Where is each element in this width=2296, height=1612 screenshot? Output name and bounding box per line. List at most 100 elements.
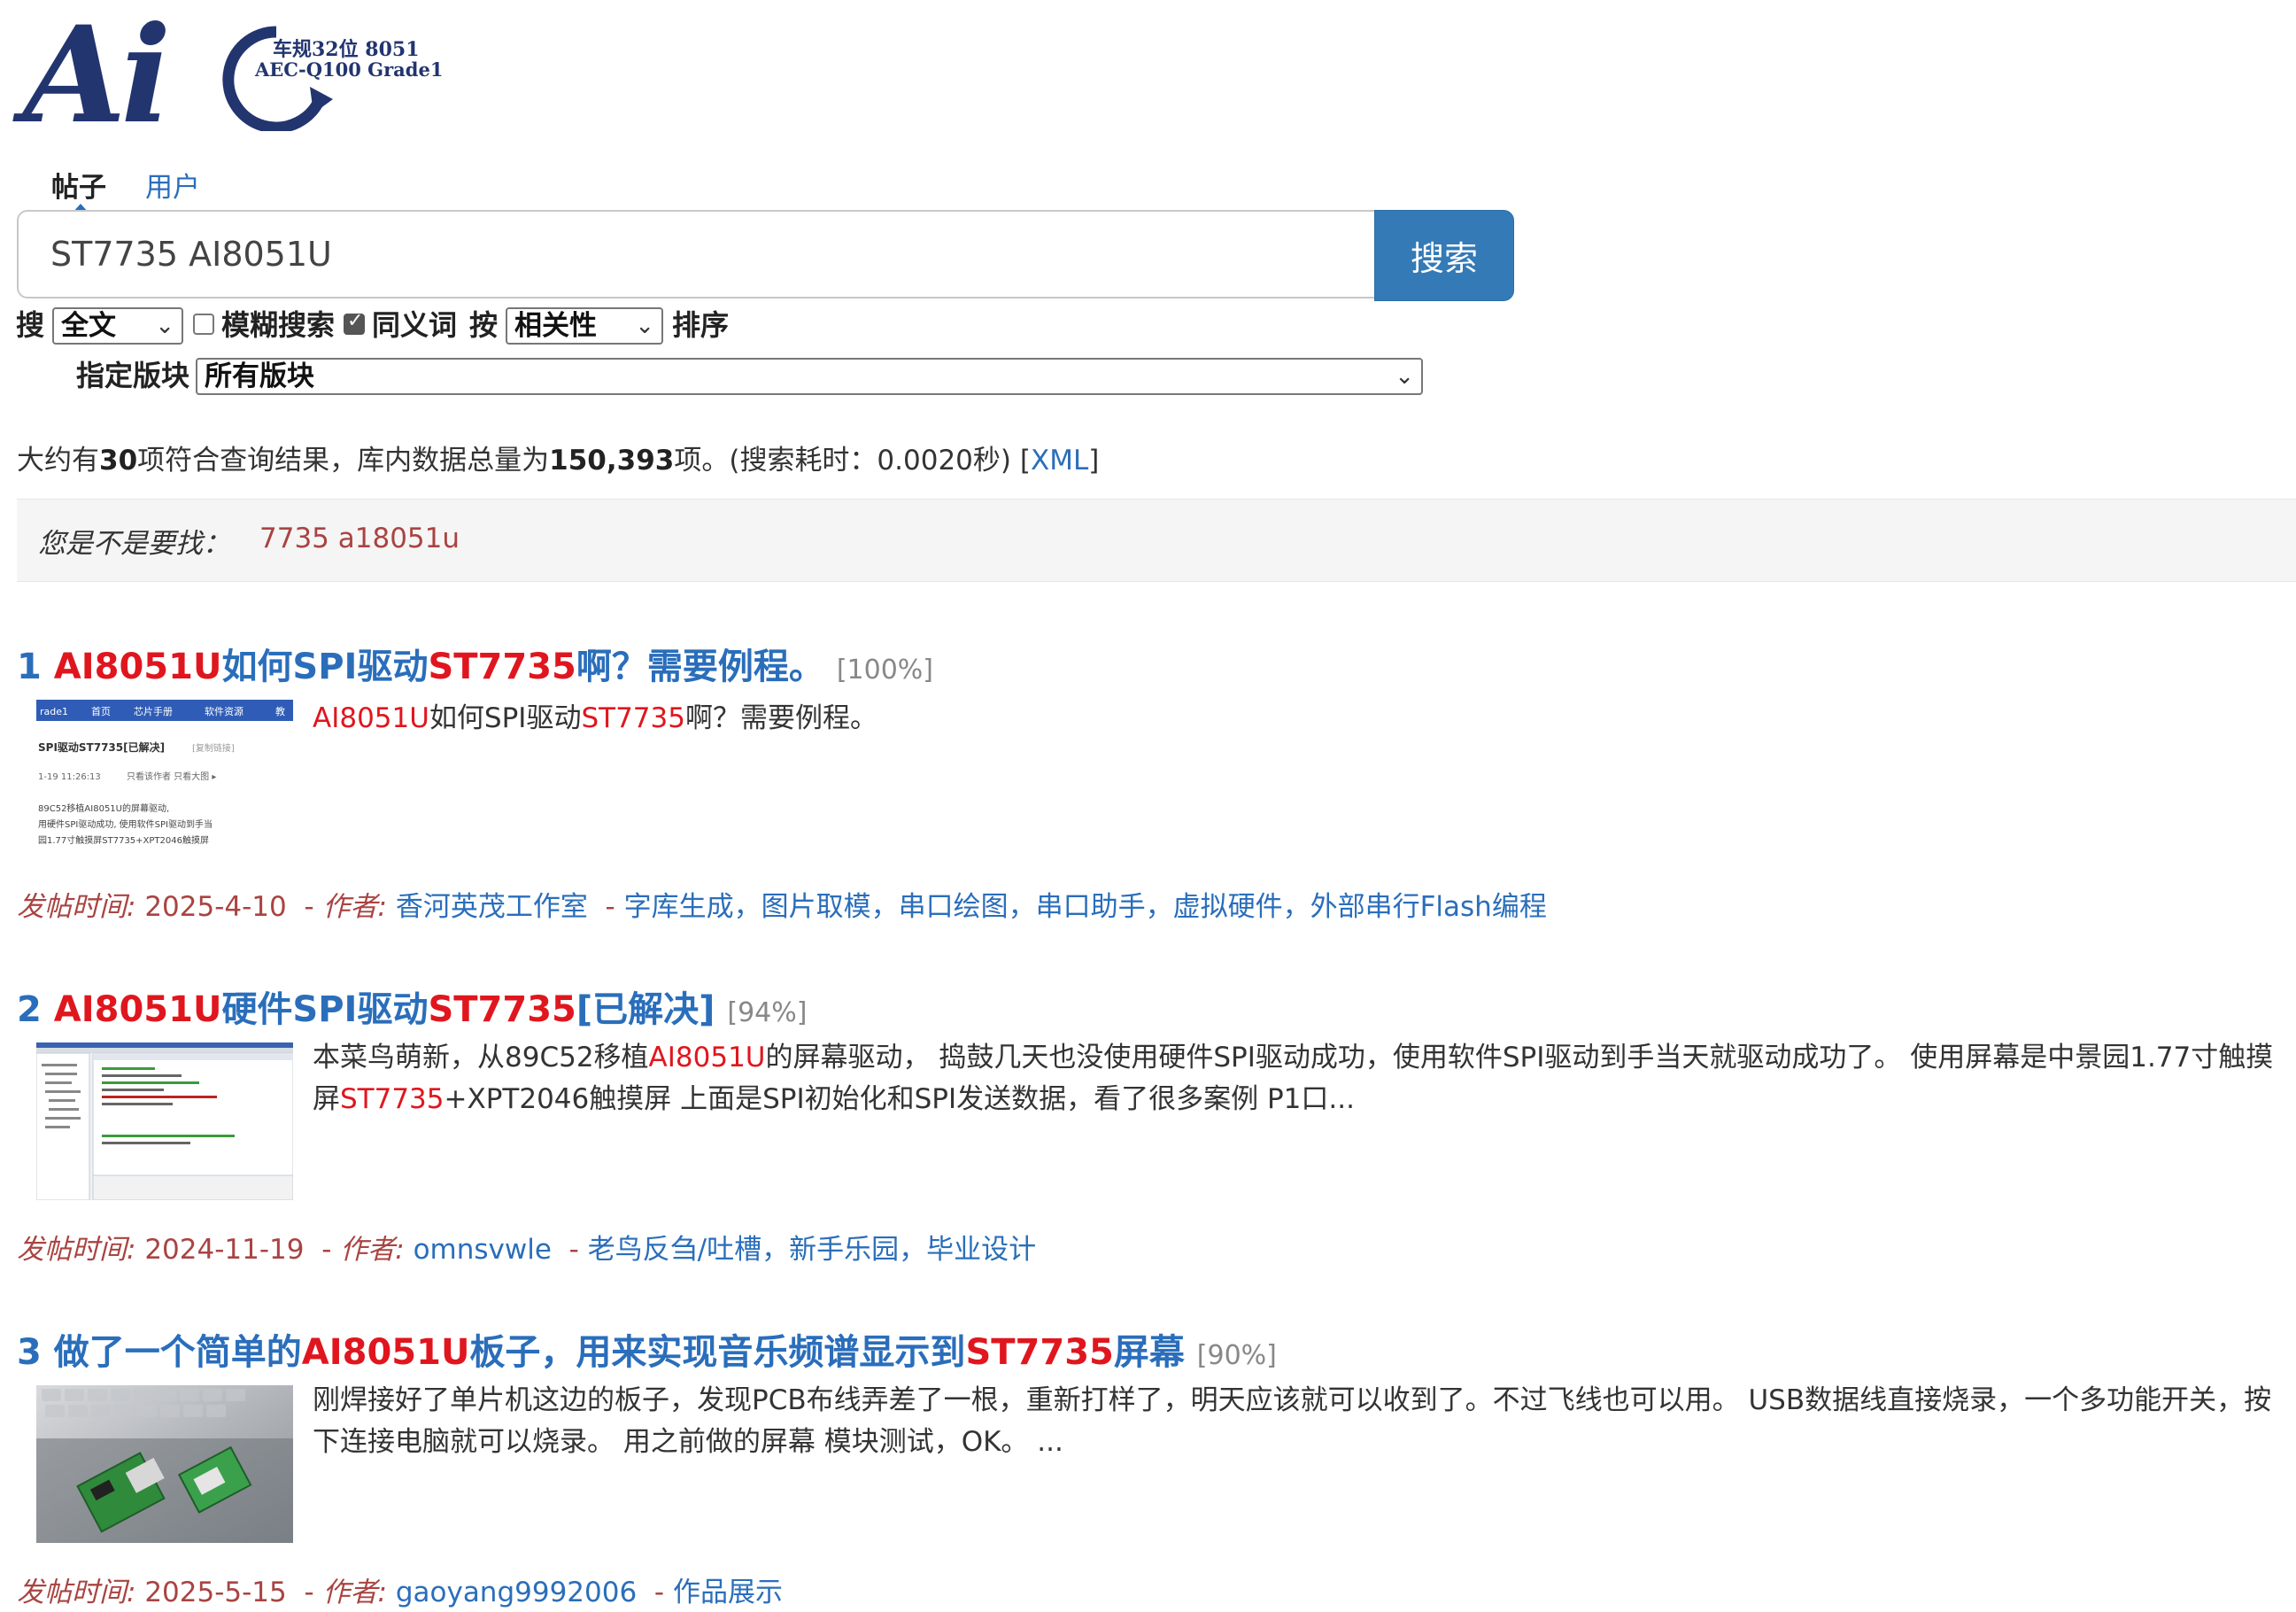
tab-users[interactable]: 用户	[145, 165, 200, 205]
forum-links[interactable]: 老鸟反刍/吐槽，新手乐园，毕业设计	[588, 1234, 1036, 1266]
meta-separator: -	[568, 1234, 579, 1266]
result-meta: 发帖时间: 2025-5-15 - 作者: gaoyang9992006 - 作…	[17, 1569, 783, 1609]
author-link[interactable]: gaoyang9992006	[396, 1577, 637, 1608]
relevance-score: [90%]	[1196, 1340, 1277, 1371]
thumb-line-2: 用硬件SPI驱动成功, 使用软件SPI驱动到手当	[38, 818, 213, 830]
result-count: 30	[99, 445, 138, 477]
title-highlight: ST7735	[428, 647, 576, 687]
author-label: 作者:	[322, 891, 387, 923]
result-summary: 本菜鸟萌新，从89C52移植AI8051U的屏幕驱动， 捣鼓几天也没使用硬件SP…	[313, 1037, 2296, 1120]
summary-highlight: AI8051U	[648, 1042, 766, 1073]
title-text: [已解决]	[576, 989, 715, 1030]
meta-separator: -	[653, 1577, 665, 1608]
summary-text: 如何SPI驱动	[429, 702, 582, 734]
search-input[interactable]	[17, 210, 1375, 298]
posted-label: 发帖时间:	[17, 1577, 136, 1608]
chevron-down-icon: ⌄	[635, 313, 654, 339]
stats-prefix: 大约有	[17, 445, 99, 477]
title-text: 做了一个简单的	[53, 1332, 302, 1373]
title-highlight: AI8051U	[301, 1332, 470, 1373]
posted-label: 发帖时间:	[17, 1234, 136, 1266]
total-count: 150,393	[549, 445, 675, 477]
did-you-mean-link[interactable]: 7735 a18051u	[259, 523, 460, 554]
result-summary: 刚焊接好了单片机这边的板子，发现PCB布线弄差了一根，重新打样了，明天应该就可以…	[313, 1384, 2272, 1458]
author-link[interactable]: 香河英茂工作室	[396, 891, 588, 923]
author-link[interactable]: omnsvwle	[414, 1234, 552, 1266]
author-label: 作者:	[322, 1577, 387, 1608]
relevance-score: [100%]	[836, 655, 933, 686]
result-summary: AI8051U如何SPI驱动ST7735啊？需要例程。	[313, 698, 2296, 740]
thumb-nav-1: rade1	[40, 706, 68, 717]
summary-text: +XPT2046触摸屏 上面是SPI初始化和SPI发送数据，看了很多案例 P1口…	[444, 1083, 1355, 1115]
result-thumbnail[interactable]	[36, 1385, 293, 1543]
thumb-nav-3: 芯片手册	[134, 705, 173, 717]
title-text: 硬件SPI驱动	[221, 989, 429, 1030]
relevance-score: [94%]	[727, 997, 808, 1028]
title-highlight: AI8051U	[53, 647, 222, 687]
result-index: 3	[17, 1332, 42, 1373]
post-date: 2024-11-19	[144, 1234, 305, 1266]
sort-prefix-label: 按	[469, 308, 499, 342]
logo-text: Ai	[23, 0, 171, 153]
search-button[interactable]: 搜索	[1374, 210, 1514, 301]
xml-bracket-open: [	[1019, 445, 1031, 477]
board-select[interactable]: 所有版块 ⌄	[196, 358, 1423, 395]
search-scope-value: 全文	[61, 310, 116, 342]
title-highlight: ST7735	[965, 1332, 1114, 1373]
sort-value: 相关性	[514, 310, 597, 342]
meta-separator: -	[321, 1234, 332, 1266]
synonym-checkbox[interactable]	[344, 310, 365, 335]
result-title[interactable]: 3 做了一个简单的AI8051U板子，用来实现音乐频谱显示到ST7735屏幕 […	[17, 1323, 1277, 1375]
fuzzy-search-checkbox[interactable]	[193, 314, 214, 335]
chevron-down-icon: ⌄	[155, 313, 174, 339]
summary-highlight: AI8051U	[313, 702, 429, 734]
fuzzy-search-label: 模糊搜索	[221, 308, 336, 342]
sort-select[interactable]: 相关性 ⌄	[506, 307, 663, 345]
thumb-nav-2: 首页	[91, 705, 111, 717]
search-scope-select[interactable]: 全文 ⌄	[52, 307, 183, 345]
search-scope-label: 搜	[16, 308, 45, 342]
forum-links[interactable]: 字库生成，图片取模，串口绘图，串口助手，虚拟硬件，外部串行Flash编程	[624, 891, 1547, 923]
site-logo[interactable]: Ai 车规32位 8051 AEC-Q100 Grade1	[18, 9, 443, 142]
thumb-time: 1-19 11:26:13	[38, 772, 101, 782]
title-highlight: ST7735	[428, 989, 576, 1030]
board-filter-label: 指定版块	[76, 359, 190, 392]
meta-separator: -	[304, 891, 314, 923]
thumb-viewlinks: 只看该作者 只看大图 ▸	[127, 771, 216, 782]
search-bar: 搜索	[17, 210, 1514, 302]
meta-separator: -	[304, 1577, 314, 1608]
logo-tagline-2: AEC-Q100 Grade1	[255, 58, 444, 81]
result-meta: 发帖时间: 2024-11-19 - 作者: omnsvwle - 老鸟反刍/吐…	[17, 1227, 1036, 1267]
result-title[interactable]: 2 AI8051U硬件SPI驱动ST7735[已解决] [94%]	[17, 980, 807, 1032]
thumb-nav-4: 软件资源	[205, 705, 244, 717]
result-thumbnail[interactable]: rade1 首页 芯片手册 软件资源 教 SPI驱动ST7735[已解决] [复…	[36, 700, 293, 857]
post-date: 2025-5-15	[144, 1577, 287, 1608]
did-you-mean-box: 您是不是要找： 7735 a18051u	[17, 499, 2296, 582]
summary-text: 本菜鸟萌新，从89C52移植	[313, 1042, 649, 1073]
sort-suffix-label: 排序	[672, 308, 730, 342]
thumb-nav-5: 教	[275, 706, 285, 717]
xml-bracket-close: ]	[1088, 445, 1100, 477]
board-value: 所有版块	[205, 360, 314, 392]
result-meta: 发帖时间: 2025-4-10 - 作者: 香河英茂工作室 - 字库生成，图片取…	[17, 884, 1547, 924]
meta-separator: -	[605, 891, 615, 923]
result-stats: 大约有30项符合查询结果，库内数据总量为150,393项。(搜索耗时：0.002…	[17, 438, 1099, 477]
title-text: 板子，用来实现音乐频谱显示到	[469, 1332, 966, 1373]
thumb-tag: [复制链接]	[192, 742, 235, 754]
result-title[interactable]: 1 AI8051U如何SPI驱动ST7735啊？需要例程。 [100%]	[17, 638, 933, 689]
thumb-line-3: 园1.77寸触摸屏ST7735+XPT2046触摸屏	[38, 834, 209, 846]
tab-posts[interactable]: 帖子	[51, 165, 106, 205]
thumb-title: SPI驱动ST7735[已解决]	[38, 740, 165, 754]
stats-middle: 项符合查询结果，库内数据总量为	[137, 445, 550, 477]
stats-suffix: 项。(搜索耗时：0.0020秒)	[674, 445, 1012, 477]
summary-highlight: ST7735	[581, 702, 685, 734]
result-index: 1	[17, 647, 42, 687]
result-thumbnail[interactable]	[36, 1042, 293, 1200]
summary-highlight: ST7735	[340, 1083, 445, 1115]
search-page: Ai 车规32位 8051 AEC-Q100 Grade1 帖子 用户 搜索 搜…	[0, 0, 2296, 1612]
author-label: 作者:	[340, 1234, 405, 1266]
forum-links[interactable]: 作品展示	[673, 1577, 783, 1608]
xml-link[interactable]: XML	[1031, 445, 1088, 477]
title-text: 啊？需要例程。	[576, 647, 824, 687]
post-date: 2025-4-10	[144, 891, 287, 923]
